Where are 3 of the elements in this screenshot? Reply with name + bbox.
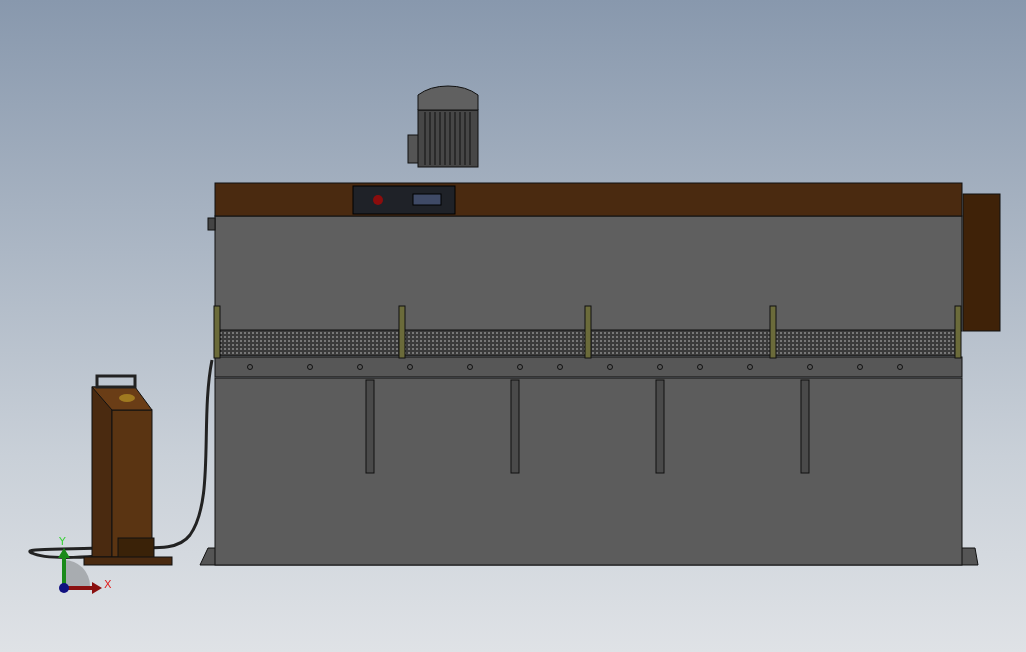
axis-triad-icon bbox=[58, 548, 102, 594]
x-axis-label: X bbox=[104, 578, 112, 591]
y-axis-label: Y bbox=[59, 535, 66, 548]
